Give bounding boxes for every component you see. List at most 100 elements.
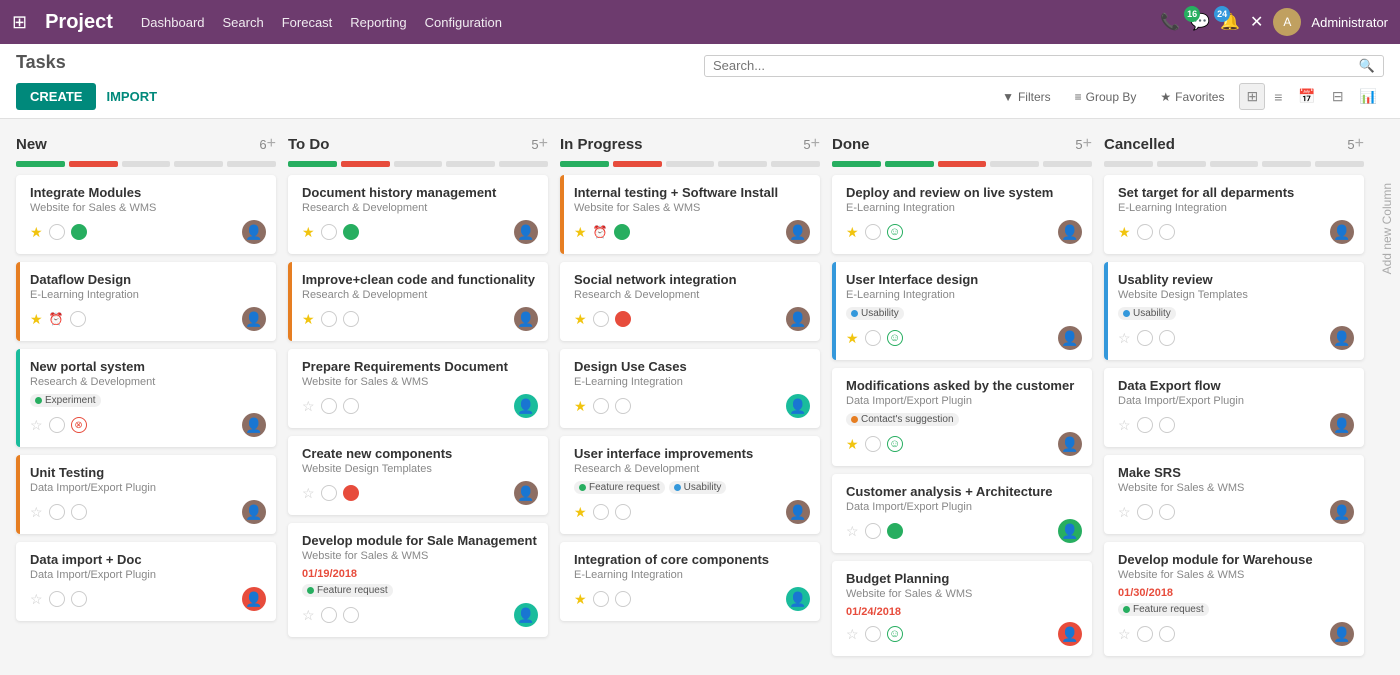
card-star[interactable]: ★ [846,224,859,241]
kanban-card[interactable]: Budget PlanningWebsite for Sales & WMS01… [832,561,1092,656]
card-star[interactable]: ☆ [302,485,315,502]
kanban-card[interactable]: Data import + DocData Import/Export Plug… [16,542,276,621]
card-star[interactable]: ★ [1118,224,1131,241]
kanban-card[interactable]: Develop module for WarehouseWebsite for … [1104,542,1364,656]
card-subtitle: Website for Sales & WMS [302,550,538,562]
kanban-card[interactable]: Improve+clean code and functionalityRese… [288,262,548,341]
kanban-view-btn[interactable]: ⊞ [1239,83,1265,110]
nav-configuration[interactable]: Configuration [425,15,502,30]
kanban-card[interactable]: Design Use CasesE-Learning Integration★👤 [560,349,820,428]
card-avatar: 👤 [1058,326,1082,350]
card-tag: Usability [669,481,727,494]
kanban-card[interactable]: Customer analysis + ArchitectureData Imp… [832,474,1092,553]
card-circle-icon [1137,224,1153,240]
card-tag: Feature request [1118,603,1209,616]
kanban-board: New 6 + Integrate ModulesWebsite for Sal… [0,119,1400,672]
card-smiley-icon: ☺ [887,224,903,240]
kanban-card[interactable]: Deploy and review on live systemE-Learni… [832,175,1092,254]
card-star[interactable]: ☆ [30,591,43,608]
search-input[interactable] [713,58,1359,73]
create-button[interactable]: CREATE [16,83,96,110]
favorites-button[interactable]: ★ Favorites [1151,86,1233,108]
nav-forecast[interactable]: Forecast [282,15,333,30]
card-title: Social network integration [574,272,810,287]
card-title: Data import + Doc [30,552,266,567]
kanban-card[interactable]: Unit TestingData Import/Export Plugin☆👤 [16,455,276,534]
nav-search[interactable]: Search [223,15,264,30]
notif-bell[interactable]: 🔔 24 [1220,12,1240,32]
card-title: Unit Testing [30,465,266,480]
app-title: Project [45,11,113,34]
card-star[interactable]: ★ [30,311,43,328]
card-star[interactable]: ★ [302,224,315,241]
col-add-done[interactable]: + [1083,135,1092,153]
card-circle-icon [593,504,609,520]
card-star[interactable]: ★ [846,436,859,453]
col-add-cancelled[interactable]: + [1355,135,1364,153]
kanban-card[interactable]: Make SRSWebsite for Sales & WMS☆👤 [1104,455,1364,534]
kanban-card[interactable]: Data Export flowData Import/Export Plugi… [1104,368,1364,447]
card-circle-icon [49,417,65,433]
card-star[interactable]: ☆ [846,626,859,643]
phone-icon[interactable]: 📞 [1160,12,1180,32]
card-star[interactable]: ★ [574,504,587,521]
col-add-inprogress[interactable]: + [811,135,820,153]
kanban-card[interactable]: Internal testing + Software InstallWebsi… [560,175,820,254]
kanban-card[interactable]: Prepare Requirements DocumentWebsite for… [288,349,548,428]
kanban-col-cancelled: Cancelled 5 + Set target for all deparme… [1104,135,1364,656]
kanban-card[interactable]: Modifications asked by the customerData … [832,368,1092,466]
nav-reporting[interactable]: Reporting [350,15,406,30]
card-avatar: 👤 [242,220,266,244]
kanban-card[interactable]: Social network integrationResearch & Dev… [560,262,820,341]
card-star[interactable]: ☆ [1118,626,1131,643]
card-star[interactable]: ☆ [30,504,43,521]
kanban-card[interactable]: Develop module for Sale ManagementWebsit… [288,523,548,637]
add-new-column[interactable]: Add new Column [1376,135,1398,282]
kanban-card[interactable]: Document history managementResearch & De… [288,175,548,254]
user-avatar[interactable]: A [1273,8,1301,36]
card-tag: Usability [1118,307,1176,320]
card-star[interactable]: ★ [574,591,587,608]
col-add-todo[interactable]: + [539,135,548,153]
grid-icon[interactable]: ⊞ [12,12,27,33]
card-star[interactable]: ★ [302,311,315,328]
list-view-btn[interactable]: ≡ [1267,83,1289,110]
card-star[interactable]: ★ [574,311,587,328]
card-star[interactable]: ★ [30,224,43,241]
card-star[interactable]: ★ [846,330,859,347]
kanban-card[interactable]: User Interface designE-Learning Integrat… [832,262,1092,360]
kanban-card[interactable]: Dataflow DesignE-Learning Integration★⏰👤 [16,262,276,341]
notif-messages[interactable]: 💬 16 [1190,12,1210,32]
card-star[interactable]: ☆ [846,523,859,540]
kanban-card[interactable]: Integrate ModulesWebsite for Sales & WMS… [16,175,276,254]
kanban-card[interactable]: Set target for all deparmentsE-Learning … [1104,175,1364,254]
card-star[interactable]: ★ [574,398,587,415]
group-by-button[interactable]: ≡ Group By [1066,86,1146,108]
nav-dashboard[interactable]: Dashboard [141,15,205,30]
card-avatar: 👤 [242,587,266,611]
import-button[interactable]: IMPORT [106,89,157,104]
kanban-card[interactable]: User interface improvementsResearch & De… [560,436,820,534]
card-avatar: 👤 [242,307,266,331]
card-star[interactable]: ☆ [302,607,315,624]
card-title: Integration of core components [574,552,810,567]
card-circle-icon [49,591,65,607]
card-status-icon [614,224,630,240]
card-star[interactable]: ☆ [1118,504,1131,521]
card-star[interactable]: ☆ [30,417,43,434]
kanban-card[interactable]: Create new componentsWebsite Design Temp… [288,436,548,515]
close-icon[interactable]: ✕ [1250,12,1263,32]
calendar-view-btn[interactable]: 📅 [1291,83,1322,110]
col-add-new[interactable]: + [267,135,276,153]
card-star[interactable]: ★ [574,224,587,241]
card-star[interactable]: ☆ [302,398,315,415]
card-status-icon [887,523,903,539]
card-star[interactable]: ☆ [1118,417,1131,434]
kanban-card[interactable]: Usablity reviewWebsite Design TemplatesU… [1104,262,1364,360]
graph-view-btn[interactable]: 📊 [1353,83,1384,110]
card-star[interactable]: ☆ [1118,330,1131,347]
kanban-card[interactable]: New portal systemResearch & DevelopmentE… [16,349,276,447]
filters-button[interactable]: ▼ Filters [993,86,1060,108]
kanban-card[interactable]: Integration of core componentsE-Learning… [560,542,820,621]
pivot-view-btn[interactable]: ⊟ [1325,83,1351,110]
